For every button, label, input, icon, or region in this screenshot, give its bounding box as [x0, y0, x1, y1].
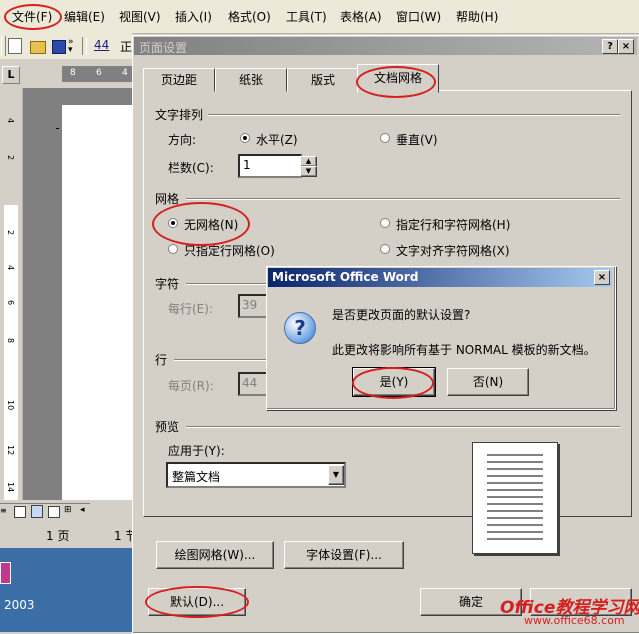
direction-horizontal-radio[interactable]: [240, 133, 250, 143]
onenote-app-icon[interactable]: [0, 562, 11, 584]
new-document-icon[interactable]: [8, 38, 22, 54]
chars-per-line-value: 39: [242, 298, 258, 312]
message-box-close-button[interactable]: ×: [594, 270, 610, 285]
columns-value: 1: [243, 158, 251, 172]
toolbar-clip-glyph: 正: [120, 40, 133, 54]
taskbar: [0, 548, 132, 632]
line-char-grid-radio[interactable]: [380, 218, 390, 228]
menu-edit[interactable]: 编辑(E): [64, 8, 105, 25]
menu-table[interactable]: 表格(A): [340, 8, 382, 25]
menu-insert[interactable]: 插入(I): [175, 8, 212, 25]
open-folder-icon[interactable]: [30, 41, 46, 54]
toolbar-separator: [82, 37, 87, 55]
style-indicator[interactable]: 44: [94, 38, 109, 52]
document-page[interactable]: [62, 105, 132, 500]
no-button[interactable]: 否(N): [447, 368, 529, 396]
section-divider: [174, 359, 266, 361]
message-box-title: Microsoft Office Word: [272, 270, 419, 284]
chars-per-line-label: 每行(E):: [168, 302, 213, 316]
columns-spin-down-icon[interactable]: ▼: [300, 166, 317, 177]
toolbar-more-chevron-icon[interactable]: » ▾: [68, 38, 78, 55]
ruler-tick: 6: [96, 68, 102, 78]
tab-margins[interactable]: 页边距: [143, 68, 215, 92]
highlight-oval-file-menu: [4, 4, 62, 30]
ruler-tick: 6: [6, 300, 15, 306]
section-divider: [208, 114, 620, 116]
font-settings-button[interactable]: 字体设置(F)...: [284, 541, 404, 569]
toolbar-grip[interactable]: [1, 36, 6, 56]
page-corner-mark: [56, 128, 59, 129]
tab-stop-selector[interactable]: L: [2, 66, 20, 84]
highlight-oval-yes: [352, 367, 434, 399]
text-align-char-grid-radio[interactable]: [380, 244, 390, 254]
section-divider: [186, 198, 620, 200]
status-section: 1 节: [114, 529, 132, 543]
text-align-char-grid-label[interactable]: 文字对齐字符网格(X): [396, 242, 510, 259]
direction-horizontal-label[interactable]: 水平(Z): [256, 131, 298, 148]
save-disk-icon[interactable]: [52, 40, 66, 54]
draw-grid-button[interactable]: 绘图网格(W)...: [156, 541, 274, 569]
menu-window[interactable]: 窗口(W): [396, 8, 441, 25]
ruler-tick: 8: [6, 338, 15, 344]
preview-section-title: 预览: [155, 420, 180, 434]
direction-label: 方向:: [168, 133, 197, 147]
print-view-icon[interactable]: [31, 505, 43, 518]
normal-view-icon[interactable]: ≡: [0, 506, 8, 516]
lines-per-page-label: 每页(R):: [168, 379, 214, 393]
chars-section-title: 字符: [155, 277, 180, 291]
confirm-message-box: [266, 266, 616, 410]
status-page: 1 页: [46, 529, 70, 543]
ruler-tick: 10: [6, 400, 15, 411]
direction-vertical-radio[interactable]: [380, 133, 390, 143]
line-only-grid-radio[interactable]: [168, 244, 178, 254]
direction-vertical-label[interactable]: 垂直(V): [396, 131, 438, 148]
apply-to-label: 应用于(Y):: [168, 444, 225, 458]
apply-to-value: 整篇文档: [172, 470, 221, 484]
message-detail: 此更改将影响所有基于 NORMAL 模板的新文档。: [332, 343, 596, 357]
ruler-tick: 2: [6, 155, 15, 161]
columns-label: 栏数(C):: [168, 161, 214, 175]
ruler-tick: 4: [6, 118, 15, 124]
preview-page-thumbnail: [472, 442, 558, 554]
text-layout-section-title: 文字排列: [155, 108, 204, 122]
vertical-ruler-text-area: [4, 205, 18, 500]
menu-view[interactable]: 视图(V): [119, 8, 161, 25]
menu-help[interactable]: 帮助(H): [456, 8, 498, 25]
lines-section-title: 行: [155, 353, 168, 367]
ruler-tick: 4: [6, 265, 15, 271]
lines-per-page-value: 44: [242, 376, 258, 390]
dialog-help-button[interactable]: ?: [602, 39, 618, 54]
chevron-down-icon[interactable]: ▼: [328, 465, 344, 485]
line-char-grid-label[interactable]: 指定行和字符网格(H): [396, 216, 510, 233]
reading-view-icon[interactable]: ⊞: [64, 505, 74, 516]
section-divider: [186, 426, 620, 428]
dialog-title: 页面设置: [139, 41, 188, 55]
menu-tools[interactable]: 工具(T): [286, 8, 327, 25]
web-view-icon[interactable]: [14, 506, 26, 518]
preview-text-lines: [487, 454, 543, 540]
highlight-oval-default: [145, 586, 249, 618]
outline-view-icon[interactable]: [48, 506, 60, 518]
dialog-close-button[interactable]: ×: [618, 39, 634, 54]
ruler-tick: 4: [122, 68, 128, 78]
section-divider: [186, 283, 266, 285]
ruler-tick: 2: [6, 230, 15, 236]
scroll-left-arrow-icon[interactable]: ◂: [80, 505, 88, 516]
watermark-url: www.office68.com: [524, 614, 625, 627]
message-question: 是否更改页面的默认设置?: [332, 308, 471, 322]
ruler-tick: 12: [6, 445, 15, 456]
tab-paper[interactable]: 纸张: [215, 68, 287, 92]
tab-layout[interactable]: 版式: [287, 68, 359, 92]
ruler-tick: 14: [6, 482, 15, 493]
highlight-oval-grid-tab: [356, 66, 436, 98]
taskbar-year-label: 2003: [4, 598, 35, 612]
highlight-oval-no-grid: [152, 202, 250, 246]
question-icon: ?: [284, 312, 316, 344]
menu-format[interactable]: 格式(O): [228, 8, 271, 25]
ruler-tick: 8: [70, 68, 76, 78]
dialog-title-bar[interactable]: [134, 37, 637, 55]
